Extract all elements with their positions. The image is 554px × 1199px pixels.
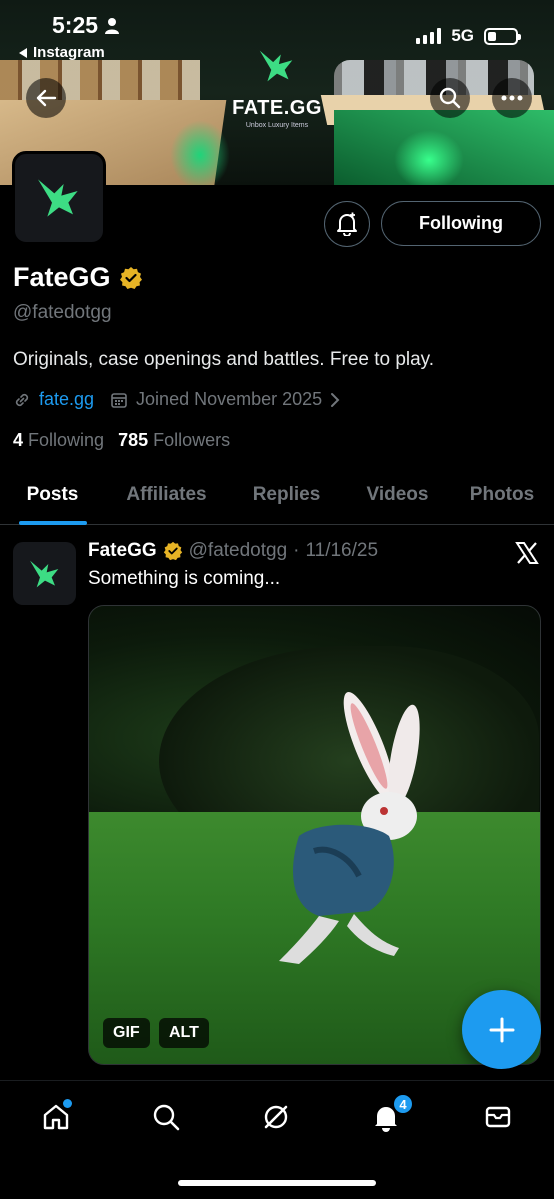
signal-icon	[416, 28, 442, 44]
profile-stats: 4 Following 785 Followers	[13, 430, 230, 451]
profile-joined[interactable]: Joined November 2025	[136, 389, 322, 410]
gif-badge[interactable]: GIF	[103, 1018, 150, 1048]
post-text: Something is coming...	[88, 568, 281, 589]
profile-avatar[interactable]	[12, 151, 106, 245]
search-icon	[153, 1104, 180, 1131]
status-time: 5:25	[52, 12, 120, 39]
bell-plus-icon	[337, 212, 357, 236]
following-button[interactable]: Following	[381, 201, 541, 246]
battery-icon	[484, 27, 521, 45]
chevron-right-icon[interactable]	[330, 392, 340, 408]
back-triangle-icon	[19, 47, 27, 58]
tab-affiliates[interactable]: Affiliates	[105, 465, 228, 525]
tab-videos[interactable]: Videos	[345, 465, 450, 525]
link-icon	[15, 393, 29, 406]
status-time-text: 5:25	[52, 12, 99, 38]
post-author-name[interactable]: FateGG	[88, 540, 157, 562]
post-header: FateGG @fatedotgg · 11/16/25	[88, 540, 378, 562]
profile-handle: @fatedotgg	[13, 302, 112, 323]
nav-home[interactable]	[34, 1095, 78, 1139]
compose-button[interactable]	[462, 990, 541, 1069]
more-dots-icon	[501, 95, 523, 101]
x-logo-icon	[515, 542, 539, 564]
followers-label: Followers	[153, 430, 231, 450]
post-author-avatar[interactable]	[13, 542, 76, 605]
profile-website-link[interactable]: fate.gg	[39, 389, 94, 410]
calendar-icon	[111, 392, 127, 408]
messages-icon	[485, 1106, 511, 1128]
nav-grok[interactable]	[254, 1095, 298, 1139]
tab-posts[interactable]: Posts	[0, 465, 105, 525]
profile-name: FateGG	[13, 262, 111, 292]
verified-badge-icon	[163, 541, 182, 561]
banner-glow-right	[394, 130, 464, 185]
following-label: Following	[28, 430, 105, 450]
more-options-button[interactable]	[492, 78, 532, 118]
following-count: 4	[13, 430, 24, 450]
followers-count: 785	[118, 430, 149, 450]
arrow-left-icon	[36, 89, 57, 107]
tab-replies[interactable]: Replies	[228, 465, 345, 525]
home-indicator[interactable]	[178, 1180, 376, 1186]
post-media[interactable]: GIF ALT	[88, 605, 541, 1065]
bird-logo-icon	[29, 560, 58, 587]
profile-meta: fate.gg Joined November 2025	[13, 389, 340, 410]
status-indicators: 5G	[416, 26, 521, 46]
followers-stat[interactable]: 785 Followers	[118, 430, 230, 451]
notification-settings-button[interactable]	[324, 201, 370, 247]
status-bar: 5:25 Instagram 5G	[0, 0, 554, 70]
banner-glow-left	[170, 120, 230, 185]
nav-search[interactable]	[144, 1095, 188, 1139]
profile-tabs: Posts Affiliates Replies Videos Photos	[0, 465, 554, 525]
banner-tagline: Unbox Luxury Items	[245, 122, 309, 129]
post-date[interactable]: 11/16/25	[305, 540, 378, 562]
white-rabbit-image	[279, 691, 420, 964]
back-to-app[interactable]: Instagram	[18, 44, 105, 61]
person-icon	[105, 17, 120, 34]
plus-icon	[489, 1017, 514, 1042]
bird-logo-icon	[38, 179, 78, 217]
nav-messages[interactable]	[476, 1095, 520, 1139]
home-unread-dot	[63, 1099, 72, 1108]
notifications-badge: 4	[392, 1093, 414, 1115]
post-author-handle: @fatedotgg	[188, 540, 288, 561]
alt-badge[interactable]: ALT	[159, 1018, 209, 1048]
post-separator: ·	[293, 540, 300, 561]
banner-brand-name: FATE.GG	[232, 97, 322, 119]
back-button[interactable]	[26, 78, 66, 118]
tab-photos[interactable]: Photos	[450, 465, 554, 525]
profile-bio: Originals, case openings and battles. Fr…	[13, 349, 435, 370]
search-profile-button[interactable]	[430, 78, 470, 118]
grok-icon	[264, 1105, 288, 1129]
profile-name-row: FateGG	[13, 262, 143, 293]
search-icon	[439, 87, 461, 109]
back-app-label: Instagram	[33, 44, 105, 61]
network-label: 5G	[451, 26, 474, 45]
verified-badge-icon[interactable]	[119, 266, 143, 290]
following-stat[interactable]: 4 Following	[13, 430, 104, 451]
nav-notifications[interactable]: 4	[364, 1093, 414, 1139]
